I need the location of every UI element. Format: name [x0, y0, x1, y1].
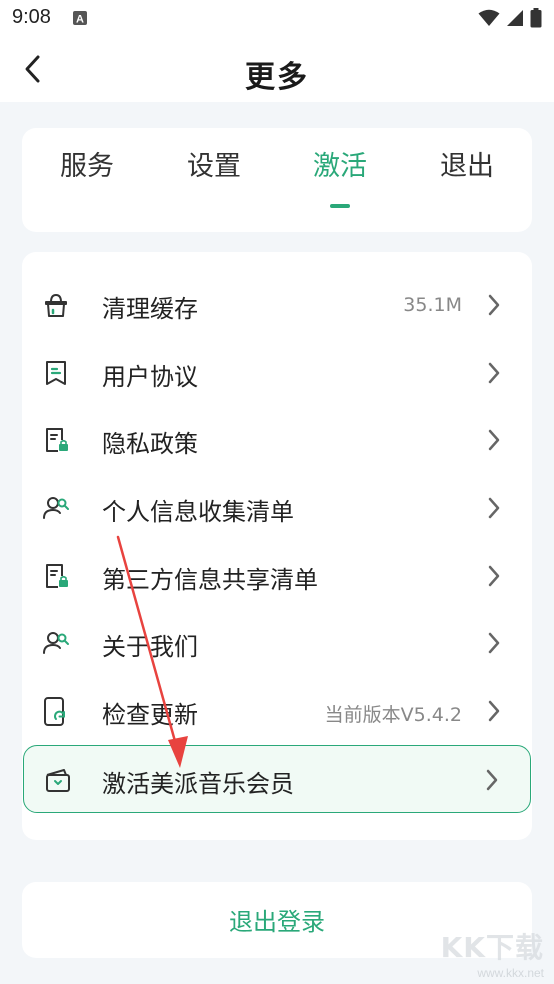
status-time: 9:08: [12, 6, 51, 28]
tab-label: 设置: [187, 151, 241, 182]
chevron-right-icon: [486, 496, 502, 520]
row-label: 清理缓存: [102, 295, 198, 323]
top-bar: 更多: [0, 40, 554, 102]
list-item-about-us[interactable]: 关于我们: [22, 610, 532, 676]
broom-clean-icon: [42, 291, 70, 319]
chevron-right-icon: [484, 768, 500, 792]
tab-exit[interactable]: 退出: [422, 144, 512, 183]
list-item-clear-cache[interactable]: 清理缓存 35.1M: [22, 272, 532, 338]
watermark: KK下载 www.kkx.net: [441, 926, 544, 980]
row-label: 隐私政策: [102, 430, 198, 458]
tab-label: 退出: [440, 151, 494, 182]
chevron-right-icon: [486, 428, 502, 452]
row-label: 用户协议: [102, 363, 198, 391]
a-notification-icon: A: [72, 10, 88, 30]
battery-icon: [530, 8, 542, 32]
tab-active-indicator: [330, 204, 350, 208]
chevron-right-icon: [486, 631, 502, 655]
cellular-icon: [506, 9, 524, 31]
user-search-icon: [42, 494, 70, 522]
row-label: 激活美派音乐会员: [102, 770, 294, 798]
list-item-privacy-policy[interactable]: 隐私政策: [22, 407, 532, 473]
phone-refresh-icon: [42, 697, 70, 726]
user-search-icon: [42, 629, 70, 657]
wallet-membership-icon: [44, 766, 72, 794]
doc-lock-icon: [42, 562, 70, 590]
current-version-value: 当前版本V5.4.2: [324, 704, 462, 726]
chevron-right-icon: [486, 293, 502, 317]
doc-lock-icon: [42, 426, 70, 454]
row-label: 第三方信息共享清单: [102, 566, 318, 594]
tab-label: 服务: [60, 151, 114, 182]
activate-membership-item[interactable]: 激活美派音乐会员: [23, 745, 531, 813]
list-item-third-party-sharing[interactable]: 第三方信息共享清单: [22, 543, 532, 609]
status-bar: 9:08 A: [0, 0, 554, 40]
list-item-check-update[interactable]: 检查更新 当前版本V5.4.2: [22, 678, 532, 744]
watermark-url: www.kkx.net: [477, 966, 544, 980]
cache-size-value: 35.1M: [403, 294, 462, 316]
tab-activate[interactable]: 激活: [295, 144, 385, 208]
row-label: 关于我们: [102, 633, 198, 661]
chevron-right-icon: [486, 361, 502, 385]
tab-service[interactable]: 服务: [42, 144, 132, 183]
chevron-right-icon: [486, 564, 502, 588]
row-label: 个人信息收集清单: [102, 498, 294, 526]
tab-label: 激活: [313, 151, 367, 182]
bookmark-doc-icon: [42, 359, 70, 387]
watermark-logo: KK下载: [440, 931, 544, 964]
tab-settings[interactable]: 设置: [169, 144, 259, 183]
row-label: 检查更新: [102, 701, 198, 729]
page-title: 更多: [245, 60, 309, 95]
list-item-personal-info-list[interactable]: 个人信息收集清单: [22, 475, 532, 541]
chevron-right-icon: [486, 699, 502, 723]
svg-text:A: A: [76, 14, 84, 26]
tabs-card: 服务 设置 激活 退出: [22, 128, 532, 232]
status-right: [478, 8, 542, 32]
wifi-icon: [478, 9, 500, 31]
list-item-user-agreement[interactable]: 用户协议: [22, 340, 532, 406]
